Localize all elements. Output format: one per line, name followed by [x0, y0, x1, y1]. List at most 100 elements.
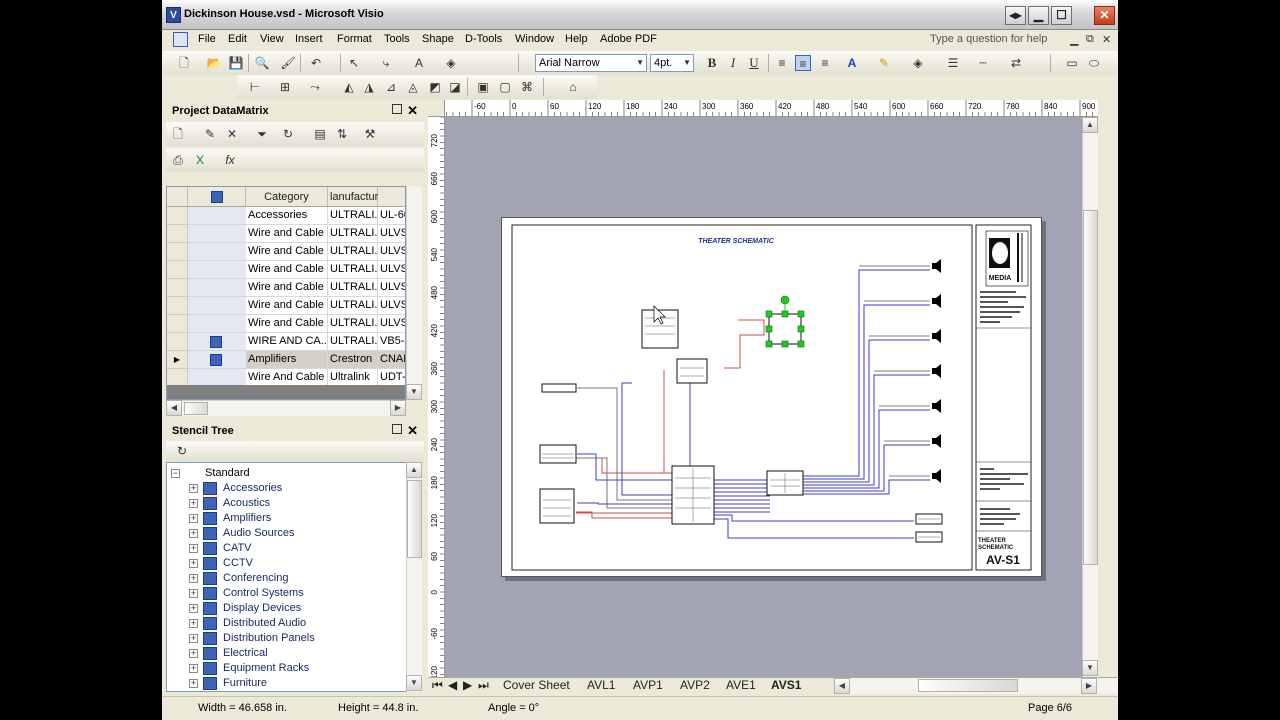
- cell-model[interactable]: ULVS: [378, 297, 405, 315]
- line-ends-icon[interactable]: ⇄: [1008, 55, 1024, 71]
- close-icon[interactable]: ✕: [407, 423, 418, 439]
- tree-node[interactable]: + Conferencing: [167, 571, 407, 586]
- new-icon[interactable]: 🗋: [176, 55, 192, 71]
- print-icon[interactable]: ⎙: [170, 152, 186, 168]
- visio-app-icon[interactable]: V: [166, 7, 181, 23]
- underline-button[interactable]: U: [746, 55, 762, 71]
- pin-icon[interactable]: [392, 424, 402, 434]
- cell-category[interactable]: Wire and Cable: [246, 279, 328, 297]
- highlight-icon[interactable]: ✎: [876, 55, 892, 71]
- expand-icon[interactable]: +: [189, 484, 198, 493]
- row-selector[interactable]: [167, 279, 188, 297]
- table-row[interactable]: Wire and CableULTRALI...ULVS: [167, 279, 405, 297]
- scroll-thumb[interactable]: [184, 402, 208, 415]
- tree-node[interactable]: + Control Systems: [167, 586, 407, 601]
- cell-model[interactable]: ULVS: [378, 261, 405, 279]
- cell-model[interactable]: CNAM: [378, 351, 405, 369]
- cell-category[interactable]: Wire and Cable: [246, 315, 328, 333]
- expand-icon[interactable]: +: [189, 604, 198, 613]
- ungroup-icon[interactable]: ▢: [497, 79, 513, 95]
- stencil-icon[interactable]: ◈: [443, 55, 459, 71]
- excel-export-icon[interactable]: X: [192, 152, 208, 168]
- scroll-down-arrow[interactable]: ▼: [406, 675, 422, 691]
- menu-insert[interactable]: Insert: [295, 33, 323, 45]
- layout-icon[interactable]: ⌘: [519, 79, 535, 95]
- save-icon[interactable]: 💾: [228, 55, 244, 71]
- send-backward-icon[interactable]: ◪: [447, 79, 463, 95]
- tree-node[interactable]: + Acoustics: [167, 496, 407, 511]
- cell-category[interactable]: WIRE AND CA...: [246, 333, 328, 351]
- print-preview-icon[interactable]: 🔍: [254, 55, 270, 71]
- table-row[interactable]: Wire and CableULTRALI...ULVS: [167, 225, 405, 243]
- document-icon[interactable]: [173, 32, 188, 47]
- pointer-tool-icon[interactable]: ↖: [346, 55, 362, 71]
- next-page-button[interactable]: ▶: [463, 678, 472, 694]
- last-page-button[interactable]: ⏭: [478, 678, 489, 694]
- table-row[interactable]: Wire and CableULTRALI...ULVS: [167, 243, 405, 261]
- open-icon[interactable]: 📂: [206, 55, 222, 71]
- cell-manufacturer[interactable]: ULTRALI...: [328, 279, 378, 297]
- row-selector[interactable]: [167, 225, 188, 243]
- cell-manufacturer[interactable]: ULTRALI...: [328, 297, 378, 315]
- cell-category[interactable]: Wire and Cable: [246, 261, 328, 279]
- table-row[interactable]: ▶ AmplifiersCrestronCNAM: [167, 351, 405, 369]
- menu-edit[interactable]: Edit: [228, 33, 247, 45]
- menu-d-tools[interactable]: D-Tools: [465, 33, 502, 45]
- tab-cover-sheet[interactable]: Cover Sheet: [503, 678, 570, 694]
- line-weight-icon[interactable]: ☰: [945, 55, 961, 71]
- expand-icon[interactable]: +: [189, 514, 198, 523]
- scroll-thumb[interactable]: [1083, 210, 1098, 565]
- tree-node[interactable]: + Electrical: [167, 646, 407, 661]
- scroll-right-arrow[interactable]: ▶: [1081, 678, 1097, 694]
- expand-icon[interactable]: +: [189, 529, 198, 538]
- expand-icon[interactable]: +: [189, 559, 198, 568]
- column-header-model[interactable]: [378, 187, 405, 207]
- line-pattern-icon[interactable]: ┄: [975, 55, 991, 71]
- help-search-input[interactable]: Type a question for help: [930, 33, 1047, 45]
- cell-model[interactable]: ULVS: [378, 225, 405, 243]
- cell-manufacturer[interactable]: ULTRALI...: [328, 225, 378, 243]
- grid-vertical-scrollbar[interactable]: ▼: [406, 186, 422, 400]
- refresh-icon[interactable]: ↻: [280, 126, 296, 142]
- row-selector[interactable]: [167, 297, 188, 315]
- expand-icon[interactable]: +: [189, 499, 198, 508]
- ellipse-tool-icon[interactable]: ⬭: [1086, 55, 1102, 71]
- formula-icon[interactable]: fx: [222, 152, 238, 168]
- expand-icon[interactable]: +: [189, 574, 198, 583]
- cell-category[interactable]: Wire and Cable: [246, 225, 328, 243]
- scroll-up-arrow[interactable]: ▲: [406, 462, 422, 478]
- format-painter-icon[interactable]: 🖌: [280, 55, 296, 71]
- menu-format[interactable]: Format: [337, 33, 372, 45]
- tree-node[interactable]: + Amplifiers: [167, 511, 407, 526]
- scroll-thumb[interactable]: [918, 679, 1018, 692]
- help-assist-icon[interactable]: ◂▸: [1005, 6, 1026, 25]
- scroll-up-arrow[interactable]: ▲: [1082, 117, 1098, 133]
- table-row[interactable]: WIRE AND CA...ULTRALI...VB5-2: [167, 333, 405, 351]
- scroll-left-arrow[interactable]: ◀: [834, 678, 850, 694]
- cell-model[interactable]: ULVS: [378, 315, 405, 333]
- connect-shapes-icon[interactable]: ⤳: [307, 79, 323, 95]
- row-selector[interactable]: ▶: [167, 351, 188, 369]
- bold-button[interactable]: B: [704, 55, 720, 71]
- rotate-right-icon[interactable]: ◮: [361, 79, 377, 95]
- drawing-canvas[interactable]: THEATER SCHEMATIC MEDIA THEATER SCHEMATI…: [445, 117, 1098, 677]
- tab-avs1[interactable]: AVS1: [771, 678, 801, 694]
- cell-manufacturer[interactable]: ULTRALI...: [328, 243, 378, 261]
- close-icon[interactable]: ✕: [407, 103, 418, 119]
- menu-file[interactable]: File: [198, 33, 216, 45]
- row-selector[interactable]: [167, 261, 188, 279]
- edit-item-icon[interactable]: ✎: [202, 126, 218, 142]
- column-header-category[interactable]: Category: [246, 187, 328, 207]
- tree-vertical-scrollbar[interactable]: ▲ ▼: [406, 462, 422, 692]
- canvas-horizontal-scrollbar[interactable]: ◀ ▶: [834, 678, 1118, 694]
- column-header-manufacturer[interactable]: lanufacture: [328, 187, 384, 207]
- maximize-button[interactable]: ☐: [1051, 6, 1072, 25]
- distribute-shapes-icon[interactable]: ⊞: [277, 79, 293, 95]
- cell-manufacturer[interactable]: ULTRALI...: [328, 207, 378, 225]
- font-name-combo[interactable]: Arial Narrow ▼: [535, 54, 647, 72]
- prev-page-button[interactable]: ◀: [448, 678, 457, 694]
- text-tool-icon[interactable]: A: [411, 55, 427, 71]
- scroll-thumb[interactable]: [407, 480, 422, 558]
- cell-manufacturer[interactable]: ULTRALI...: [328, 333, 378, 351]
- italic-button[interactable]: I: [725, 55, 741, 71]
